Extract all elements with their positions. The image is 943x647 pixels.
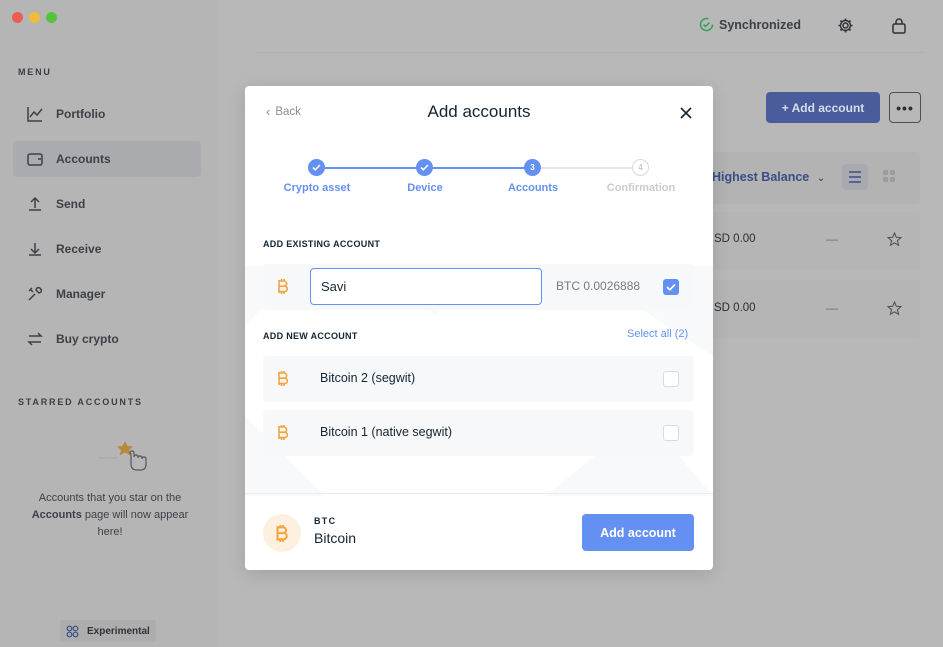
star-icon[interactable]	[887, 232, 902, 247]
window-controls	[12, 12, 57, 23]
topbar-divider	[255, 52, 923, 53]
account-row-change: —	[826, 232, 838, 246]
sidebar-item-label: Accounts	[56, 152, 111, 166]
check-icon	[666, 283, 676, 292]
lock-icon[interactable]	[891, 17, 907, 34]
gear-icon[interactable]	[837, 17, 854, 34]
existing-account-row: BTC 0.0026888	[263, 264, 694, 310]
account-row-balance: SD 0.00	[714, 233, 756, 245]
sidebar-item-label: Send	[56, 197, 86, 211]
new-account-section-title: ADD NEW ACCOUNT	[263, 331, 358, 341]
sidebar-item-send[interactable]: Send	[13, 186, 201, 222]
list-view-button[interactable]	[842, 164, 868, 190]
bitcoin-icon	[276, 524, 288, 542]
list-icon	[849, 171, 861, 183]
check-icon	[420, 164, 429, 171]
add-accounts-modal: ‹ Back Add accounts 3 4 Crypto asset Dev…	[245, 86, 713, 570]
wallet-icon	[27, 153, 43, 166]
menu-title: MENU	[18, 67, 52, 77]
check-icon	[312, 164, 321, 171]
exchange-icon	[27, 332, 43, 346]
sidebar-item-accounts[interactable]: Accounts	[13, 141, 201, 177]
sort-label: Highest Balance	[712, 170, 810, 184]
new-account-row[interactable]: Bitcoin 1 (native segwit)	[263, 410, 694, 456]
step-3-label: Accounts	[507, 182, 559, 194]
sidebar-item-portfolio[interactable]: Portfolio	[13, 96, 201, 132]
step-4-label: Confirmation	[606, 182, 676, 194]
bitcoin-logo	[263, 514, 301, 552]
existing-account-section-title: ADD EXISTING ACCOUNT	[263, 239, 381, 249]
sidebar-item-label: Portfolio	[56, 107, 106, 121]
existing-account-checkbox[interactable]	[663, 279, 679, 295]
sidebar-item-buy-crypto[interactable]: Buy crypto	[13, 321, 201, 357]
new-account-name: Bitcoin 2 (segwit)	[320, 371, 416, 385]
footer-divider	[245, 493, 713, 494]
step-2-label: Device	[407, 182, 443, 194]
step-4-dot: 4	[632, 159, 649, 176]
coin-ticker: BTC	[314, 516, 337, 526]
step-2-dot	[416, 159, 433, 176]
experimental-icon	[66, 625, 79, 637]
grid-view-button[interactable]	[879, 166, 899, 186]
sidebar-item-label: Buy crypto	[56, 332, 119, 346]
sidebar-nav: Portfolio Accounts Send Receive Manager …	[13, 96, 201, 366]
tools-icon	[28, 286, 43, 301]
chart-icon	[27, 107, 43, 122]
starred-accounts-title: STARRED ACCOUNTS	[18, 397, 143, 407]
sidebar-item-receive[interactable]: Receive	[13, 231, 201, 267]
star-icon[interactable]	[887, 301, 902, 316]
experimental-button[interactable]: Experimental	[60, 620, 156, 642]
account-balance: BTC 0.0026888	[556, 279, 641, 293]
sort-dropdown[interactable]: Highest Balance ⌄	[712, 170, 825, 184]
add-account-button[interactable]: Add account	[582, 514, 694, 551]
account-row-balance: SD 0.00	[714, 302, 756, 314]
experimental-label: Experimental	[87, 625, 150, 637]
new-account-row[interactable]: Bitcoin 2 (segwit)	[263, 356, 694, 402]
sync-status: Synchronized	[699, 17, 801, 32]
step-1-label: Crypto asset	[283, 182, 351, 194]
sync-status-label: Synchronized	[719, 17, 801, 32]
account-row-change: —	[826, 301, 838, 315]
check-circle-icon	[699, 17, 714, 32]
bitcoin-icon	[278, 425, 289, 440]
grid-icon	[883, 170, 895, 182]
send-icon	[29, 196, 41, 211]
new-account-checkbox[interactable]	[663, 371, 679, 387]
account-name-input[interactable]	[310, 268, 542, 305]
window-zoom-button[interactable]	[46, 12, 57, 23]
sidebar-item-label: Manager	[56, 287, 106, 301]
new-account-name: Bitcoin 1 (native segwit)	[320, 425, 453, 439]
window-close-button[interactable]	[12, 12, 23, 23]
chevron-down-icon: ⌄	[816, 173, 826, 184]
modal-title: Add accounts	[427, 102, 531, 121]
bitcoin-icon	[278, 371, 289, 386]
receive-icon	[29, 243, 41, 256]
new-account-checkbox[interactable]	[663, 425, 679, 441]
close-icon[interactable]	[679, 106, 693, 120]
add-account-button-background[interactable]: + Add account	[766, 92, 880, 123]
bitcoin-icon	[278, 279, 289, 294]
starred-accounts-empty-text: Accounts that you star on the Accounts p…	[31, 492, 189, 538]
select-all-link[interactable]: Select all (2)	[627, 328, 688, 340]
more-options-button[interactable]: •••	[889, 92, 921, 123]
sidebar: MENU Portfolio Accounts Send Receive Man…	[0, 0, 218, 647]
sidebar-item-label: Receive	[56, 242, 102, 256]
sidebar-item-manager[interactable]: Manager	[13, 276, 201, 312]
window-minimize-button[interactable]	[29, 12, 40, 23]
stepper-remaining-line	[541, 167, 641, 169]
star-hand-icon	[98, 441, 147, 471]
stepper: 3 4 Crypto asset Device Accounts Confirm…	[245, 156, 713, 206]
step-3-dot: 3	[524, 159, 541, 176]
coin-name: Bitcoin	[314, 530, 357, 546]
step-1-dot	[308, 159, 325, 176]
